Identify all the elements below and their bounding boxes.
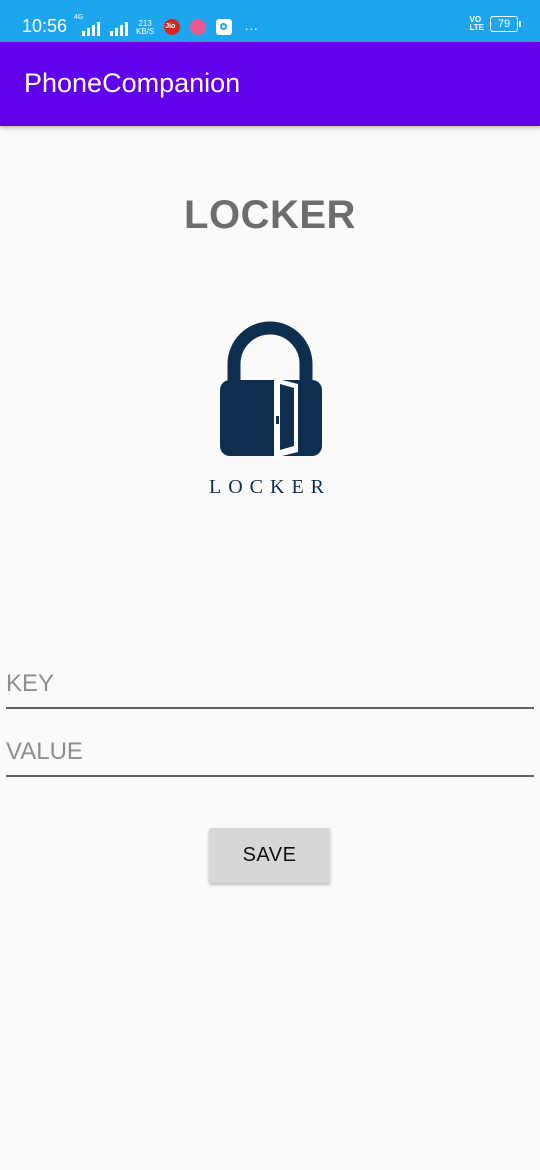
save-button[interactable]: SAVE [209,828,330,883]
volte-icon: VO LTE [469,16,484,32]
status-bar: 10:56 4G 213 KB/S Jio ··· VO LTE 79 [0,0,540,42]
locker-logo: LOCKER [209,321,331,498]
app-title: PhoneCompanion [24,68,241,98]
phone-screen: 10:56 4G 213 KB/S Jio ··· VO LTE 79 Phon… [0,0,540,1170]
network-speed: 213 KB/S [136,20,154,36]
app-bar: PhoneCompanion [0,42,540,126]
volte-label-bottom: LTE [469,23,484,32]
status-icons-left: 4G 213 KB/S ··· [74,14,258,36]
more-dots-icon: ··· [244,20,259,36]
network-speed-unit: KB/S [136,27,155,36]
telegram-icon [216,19,233,35]
page-title: LOCKER [184,193,356,237]
status-right: VO LTE 79 [469,16,521,32]
battery-level: 79 [497,18,511,30]
status-time: 10:56 [22,16,68,36]
key-input[interactable] [6,661,534,709]
second-signal-icon [110,20,128,36]
jio-app-icon [164,19,181,35]
battery-icon: 79 [490,16,521,32]
padlock-icon [220,321,322,458]
app-notification-icon [190,19,207,35]
signal-icon: 4G [74,14,100,36]
logo-text: LOCKER [209,476,331,498]
value-input[interactable] [6,729,534,777]
